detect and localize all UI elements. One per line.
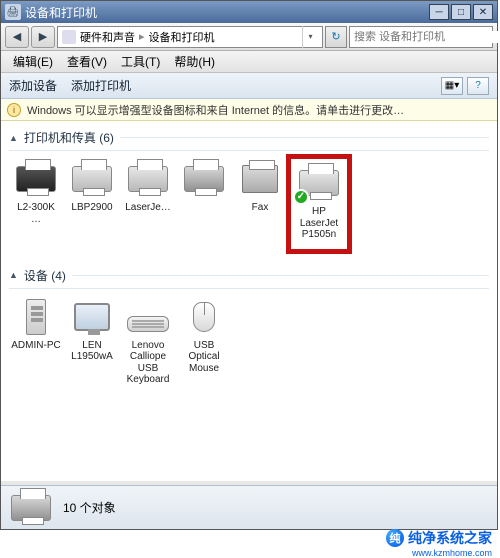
menu-help[interactable]: 帮助(H) xyxy=(168,51,221,72)
close-button[interactable]: ✕ xyxy=(473,4,493,20)
device-label: LEN L1950wA xyxy=(67,340,117,363)
group-label-devices: 设备 (4) xyxy=(24,267,66,284)
printer-icon xyxy=(72,166,112,192)
status-icon xyxy=(9,491,53,525)
devices-group: ADMIN-PC LEN L1950wA Lenovo Calliope USB… xyxy=(9,295,489,388)
monitor-icon xyxy=(74,303,110,331)
computer-icon xyxy=(26,299,46,335)
app-icon: 🖨 xyxy=(5,4,21,20)
address-bar[interactable]: 硬件和声音 ▸ 设备和打印机 ▾ xyxy=(57,26,323,48)
device-label: Lenovo Calliope USB Keyboard xyxy=(123,340,173,386)
status-bar: 10 个对象 xyxy=(1,485,497,529)
keyboard-icon xyxy=(127,316,169,332)
device-item-default-printer[interactable]: ✓ HP LaserJet P1505n xyxy=(289,157,349,251)
printer-icon xyxy=(16,166,56,192)
printer-icon xyxy=(184,166,224,192)
view-options-button[interactable]: ▦▾ xyxy=(441,77,463,95)
minimize-button[interactable]: ─ xyxy=(429,4,449,20)
maximize-button[interactable]: □ xyxy=(451,4,471,20)
breadcrumb-part1[interactable]: 硬件和声音 xyxy=(80,29,135,45)
device-item[interactable]: LBP2900 xyxy=(65,157,119,251)
group-header-printers[interactable]: ▲ 打印机和传真 (6) xyxy=(9,123,489,151)
collapse-icon: ▲ xyxy=(9,270,18,280)
add-device-button[interactable]: 添加设备 xyxy=(9,77,57,94)
device-item[interactable] xyxy=(177,157,231,251)
device-item[interactable]: L2-300K … xyxy=(9,157,63,251)
search-input[interactable] xyxy=(350,31,500,43)
device-label: LBP2900 xyxy=(67,202,117,214)
printers-group: L2-300K … LBP2900 LaserJe… Fax xyxy=(9,157,489,251)
window-title: 设备和打印机 xyxy=(25,4,429,21)
device-label: ADMIN-PC xyxy=(11,340,61,352)
breadcrumb-separator: ▸ xyxy=(139,30,145,43)
device-label: Fax xyxy=(235,202,285,214)
menu-edit[interactable]: 编辑(E) xyxy=(7,51,59,72)
menubar: 编辑(E) 查看(V) 工具(T) 帮助(H) xyxy=(1,51,497,73)
search-box[interactable]: 🔍 xyxy=(349,26,493,48)
add-printer-button[interactable]: 添加打印机 xyxy=(71,77,131,94)
group-label-printers: 打印机和传真 (6) xyxy=(24,129,114,146)
watermark-logo-icon: 纯 xyxy=(386,529,404,547)
device-item[interactable]: Fax xyxy=(233,157,287,251)
content-area: ▲ 打印机和传真 (6) L2-300K … LBP2900 LaserJe… xyxy=(1,121,497,481)
back-button[interactable]: ◀ xyxy=(5,26,29,48)
command-toolbar: 添加设备 添加打印机 ▦▾ ? xyxy=(1,73,497,99)
refresh-button[interactable]: ↻ xyxy=(325,26,347,48)
watermark-url: www.kzmhome.com xyxy=(412,548,492,558)
menu-tools[interactable]: 工具(T) xyxy=(115,51,166,72)
info-text: Windows 可以显示增强型设备图标和来自 Internet 的信息。请单击进… xyxy=(27,102,404,118)
nav-toolbar: ◀ ▶ 硬件和声音 ▸ 设备和打印机 ▾ ↻ 🔍 xyxy=(1,23,497,51)
device-item[interactable]: USB Optical Mouse xyxy=(177,295,231,388)
fax-icon xyxy=(242,165,278,193)
device-item[interactable]: ADMIN-PC xyxy=(9,295,63,388)
help-button[interactable]: ? xyxy=(467,77,489,95)
watermark-brand: 纯净系统之家 xyxy=(408,528,492,548)
mouse-icon xyxy=(193,302,215,332)
printer-icon xyxy=(128,166,168,192)
titlebar: 🖨 设备和打印机 ─ □ ✕ xyxy=(1,1,497,23)
watermark: 纯 纯净系统之家 xyxy=(386,528,492,548)
breadcrumb-part2[interactable]: 设备和打印机 xyxy=(149,29,215,45)
address-dropdown[interactable]: ▾ xyxy=(302,26,318,48)
collapse-icon: ▲ xyxy=(9,133,18,143)
device-item[interactable]: Lenovo Calliope USB Keyboard xyxy=(121,295,175,388)
device-item[interactable]: LaserJe… xyxy=(121,157,175,251)
group-header-devices[interactable]: ▲ 设备 (4) xyxy=(9,261,489,289)
default-check-icon: ✓ xyxy=(293,189,309,205)
device-label: USB Optical Mouse xyxy=(179,340,229,375)
device-label: LaserJe… xyxy=(123,202,173,214)
location-icon xyxy=(62,30,76,44)
info-bar[interactable]: i Windows 可以显示增强型设备图标和来自 Internet 的信息。请单… xyxy=(1,99,497,121)
menu-view[interactable]: 查看(V) xyxy=(61,51,113,72)
status-count: 10 个对象 xyxy=(63,499,116,516)
device-label: HP LaserJet P1505n xyxy=(292,206,346,241)
device-label: L2-300K … xyxy=(11,202,61,225)
info-icon: i xyxy=(7,103,21,117)
device-item[interactable]: LEN L1950wA xyxy=(65,295,119,388)
forward-button[interactable]: ▶ xyxy=(31,26,55,48)
